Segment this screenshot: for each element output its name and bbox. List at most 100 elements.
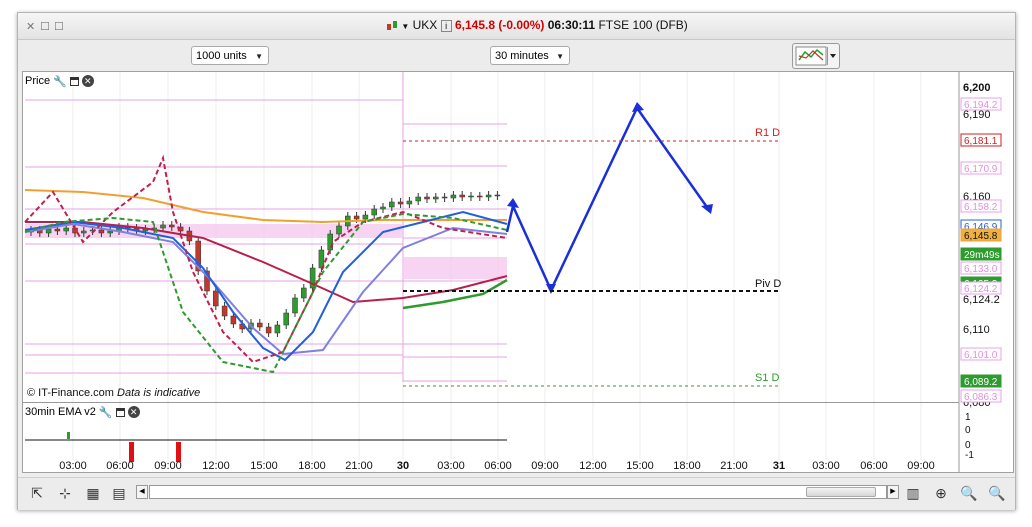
candle-body bbox=[98, 229, 105, 234]
ema-bars bbox=[25, 432, 507, 462]
time-tick: 06:00 bbox=[484, 460, 512, 472]
candle-body bbox=[424, 196, 430, 200]
export-icon[interactable]: ⇱ bbox=[28, 484, 46, 502]
candle-body bbox=[380, 206, 386, 210]
time-tick: 09:00 bbox=[154, 460, 182, 472]
candle-body bbox=[301, 287, 307, 299]
wrench-icon[interactable]: 🔧 bbox=[99, 406, 113, 419]
ema-bar-down bbox=[176, 442, 181, 462]
crosshair-icon[interactable]: ⊹ bbox=[56, 484, 74, 502]
units-value: 1000 units bbox=[196, 50, 247, 62]
watermark: © IT-Finance.com Data is indicative bbox=[27, 387, 200, 399]
ema-bar-up bbox=[67, 432, 70, 439]
candle-body bbox=[327, 233, 333, 251]
time-tick: 09:00 bbox=[907, 460, 935, 472]
time-axis: 03:00 06:00 09:00 12:00 15:00 18:00 21:00 30 03:… bbox=[59, 460, 935, 472]
time-tick: 30 bbox=[397, 460, 409, 472]
price-tag-label: 6,133.0 bbox=[964, 264, 998, 275]
candle-body bbox=[292, 297, 298, 314]
chart-settings-icon[interactable]: ▥ bbox=[904, 484, 922, 502]
time-tick: 21:00 bbox=[720, 460, 748, 472]
clock-time: 06:30:11 bbox=[547, 18, 596, 32]
time-scrollbar[interactable] bbox=[149, 485, 887, 499]
scroll-left-button[interactable]: ◀ bbox=[136, 485, 148, 499]
time-tick: 03:00 bbox=[812, 460, 840, 472]
price-tick: 6,124.2 bbox=[963, 294, 1000, 306]
studies-icon[interactable]: ▤ bbox=[110, 484, 128, 502]
minimize-window-icon[interactable]: ☐ bbox=[40, 20, 50, 33]
candle-body bbox=[169, 224, 175, 228]
price-tag-label: 6,089.2 bbox=[964, 377, 998, 388]
units-select[interactable]: 1000 units ▼ bbox=[191, 46, 269, 65]
close-icon[interactable]: ✕ bbox=[127, 406, 140, 418]
candle-body bbox=[397, 201, 404, 205]
price-chart[interactable]: R1 DPiv DS1 D 6,2006,1906,1606,124.26,11… bbox=[23, 72, 1013, 472]
chart-type-icon[interactable] bbox=[792, 43, 840, 69]
price-tag-label: 6,145.8 bbox=[964, 231, 998, 242]
close-icon[interactable]: ✕ bbox=[81, 75, 94, 87]
pivot-band bbox=[403, 257, 507, 279]
candle-body bbox=[265, 326, 272, 334]
zoom-in-icon[interactable]: 🔍 bbox=[988, 484, 1006, 502]
price-tick: 6,200 bbox=[963, 82, 991, 94]
candle-body bbox=[450, 194, 457, 199]
chart-window: ✕ ☐ ☐ ▼ UKX i 6,145.8 (-0.00%) 06:30:11 … bbox=[17, 12, 1016, 510]
zoom-out-icon[interactable]: 🔍 bbox=[960, 484, 978, 502]
price-tag-label: 6,101.0 bbox=[964, 350, 998, 361]
price-tag-label: 29m49s bbox=[964, 250, 1000, 261]
price-tag-label: 6,158.2 bbox=[964, 202, 998, 213]
candle-body bbox=[441, 196, 448, 199]
watermark-note: Data is indicative bbox=[117, 387, 201, 399]
s1-label: S1 D bbox=[755, 372, 780, 384]
time-tick: 18:00 bbox=[673, 460, 701, 472]
info-icon[interactable]: i bbox=[440, 20, 452, 32]
candle-body bbox=[362, 214, 369, 220]
candle-body bbox=[160, 224, 166, 229]
window-icon[interactable] bbox=[69, 76, 79, 86]
candle-body bbox=[415, 196, 421, 202]
title-info: ▼ UKX i 6,145.8 (-0.00%) 06:30:11 FTSE 1… bbox=[386, 18, 688, 32]
candle-icon bbox=[386, 20, 398, 32]
scroll-thumb[interactable] bbox=[806, 487, 876, 497]
scroll-right-button[interactable]: ▶ bbox=[887, 485, 899, 499]
wrench-icon[interactable]: 🔧 bbox=[53, 75, 67, 88]
zoom-fit-icon[interactable]: ⊕ bbox=[932, 484, 950, 502]
candle-body bbox=[230, 315, 237, 325]
close-window-icon[interactable]: ✕ bbox=[26, 20, 35, 33]
time-tick: 03:00 bbox=[437, 460, 465, 472]
grid-icon[interactable]: ▦ bbox=[84, 484, 102, 502]
time-tick: 06:00 bbox=[106, 460, 134, 472]
dropdown-icon[interactable]: ▼ bbox=[401, 22, 409, 31]
candle-body bbox=[81, 230, 87, 234]
price-tag-label: 6,194.2 bbox=[964, 100, 998, 111]
ema-axis-tick: -1 bbox=[965, 450, 974, 461]
time-tick: 09:00 bbox=[531, 460, 559, 472]
time-tick: 03:00 bbox=[59, 460, 87, 472]
toolbar: 1000 units ▼ 30 minutes ▼ bbox=[18, 40, 1015, 72]
candle-body bbox=[468, 195, 474, 198]
forecast-path bbox=[505, 105, 711, 293]
ema-bar-down bbox=[129, 442, 134, 462]
time-tick: 12:00 bbox=[202, 460, 230, 472]
interval-select[interactable]: 30 minutes ▼ bbox=[490, 46, 570, 65]
bottom-toolbar: ⇱ ⊹ ▦ ▤ ◀ ▶ ▥ ⊕ 🔍 🔍 bbox=[18, 477, 1015, 510]
window-icon[interactable] bbox=[115, 407, 125, 417]
candle-body bbox=[107, 230, 113, 234]
instrument-name: FTSE 100 (DFB) bbox=[598, 18, 688, 32]
candle-body bbox=[54, 228, 61, 232]
arrow-head bbox=[701, 204, 713, 214]
arrow-head bbox=[632, 102, 644, 112]
candle-body bbox=[371, 208, 377, 216]
forecast-arrow bbox=[505, 102, 713, 294]
candle-body bbox=[63, 227, 69, 232]
time-tick: 12:00 bbox=[579, 460, 607, 472]
candle-body bbox=[459, 194, 465, 198]
ema-axis-tick: 1 bbox=[965, 412, 971, 423]
panel-divider bbox=[23, 402, 959, 403]
candle-body bbox=[221, 305, 228, 317]
interval-value: 30 minutes bbox=[495, 50, 549, 62]
time-tick: 06:00 bbox=[860, 460, 888, 472]
chart-area[interactable]: R1 D Piv D S1 D 6,200 6,190 6,160 6,124.2 6,11… bbox=[22, 71, 1014, 473]
price-panel-label: Price bbox=[25, 75, 51, 87]
maximize-window-icon[interactable]: ☐ bbox=[54, 20, 64, 33]
